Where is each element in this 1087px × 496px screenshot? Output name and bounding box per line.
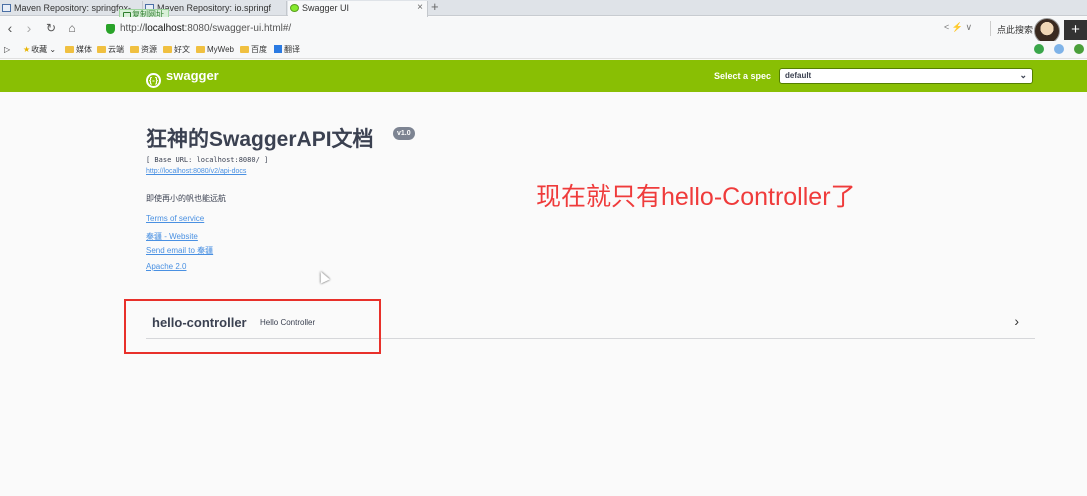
translate-icon [274,45,282,53]
logo-text: swagger [166,68,219,83]
tab-swagger-ui[interactable]: Swagger UI × [288,1,428,17]
spec-value: default [785,71,812,80]
api-docs-link[interactable]: http://localhost:8080/v2/api-docs [146,168,246,175]
folder-icon [163,46,172,53]
annotation-text: 现在就只有hello-Controller了 [536,183,856,211]
bookmark-favorites[interactable]: ★收藏 ⌄ [23,45,56,55]
bookmarks-bar: ▷ ★收藏 ⌄ 媒体 云端 资源 好文 MyWeb 百度 翻译 [0,41,1087,59]
license-link[interactable]: Apache 2.0 [146,262,186,271]
chevron-right-icon[interactable]: › [1014,313,1019,329]
contact-website-link[interactable]: 秦疆 - Website [146,231,198,242]
api-description: 即使再小的帆也能远航 [146,194,226,203]
folder-icon [130,46,139,53]
extension-blue-icon[interactable] [1054,44,1064,54]
spec-select[interactable]: default ⌄ [779,68,1033,84]
star-icon: ★ [23,45,31,54]
new-tab-button[interactable]: + [431,0,439,14]
search-input[interactable]: 点此搜索 [997,23,1033,36]
back-icon[interactable]: ‹ [3,20,17,36]
forward-icon[interactable]: › [22,20,36,36]
folder-icon [97,46,106,53]
divider [990,21,991,36]
swagger-logo-icon: {-} [146,73,161,88]
address-bar: ‹ › ↻ ⌂ http://localhost:8080/swagger-ui… [0,17,1087,41]
bookmark-baidu[interactable]: 百度 [240,45,267,55]
folder-icon [196,46,205,53]
folder-icon [65,46,74,53]
version-badge: v1.0 [393,127,415,140]
security-shield-icon [106,24,115,34]
tab-label: Maven Repository: springfox- [14,3,132,13]
contact-email-link[interactable]: Send email to 秦疆 [146,245,213,256]
home-icon[interactable]: ⌂ [65,20,79,36]
extension-leaf-icon[interactable] [1074,44,1084,54]
terms-of-service-link[interactable]: Terms of service [146,214,204,223]
share-icon[interactable]: < ⚡ ∨ [944,22,972,33]
extension-green-icon[interactable] [1034,44,1044,54]
folder-icon [240,46,249,53]
close-icon[interactable]: × [417,1,423,15]
reload-icon[interactable]: ↻ [44,20,58,36]
bookmark-translate[interactable]: 翻译 [274,45,300,55]
bookmark-folder-resources[interactable]: 资源 [130,45,157,55]
tab-label: Swagger UI [302,3,350,13]
highlight-box [124,299,381,354]
page-title: 狂神的SwaggerAPI文档 [146,128,374,151]
add-button[interactable]: + [1064,20,1087,40]
bookmark-folder-cloud[interactable]: 云端 [97,45,124,55]
chevron-down-icon: ⌄ [1019,70,1027,80]
swagger-logo[interactable]: {-} swagger [146,68,219,88]
bookmarks-toggle-icon[interactable]: ▷ [4,45,10,55]
bookmark-folder-myweb[interactable]: MyWeb [196,45,234,55]
base-url: [ Base URL: localhost:8080/ ] [146,156,269,164]
bookmark-folder-articles[interactable]: 好文 [163,45,190,55]
tab-label: Maven Repository: io.springf [157,3,272,13]
bookmark-folder-media[interactable]: 媒体 [65,45,92,55]
swagger-icon [290,4,299,12]
page-icon [2,4,11,12]
spec-label: Select a spec [714,71,772,81]
mouse-cursor-icon [316,269,330,284]
extension-icons [1034,44,1087,56]
url-input[interactable]: http://localhost:8080/swagger-ui.html#/ [120,22,291,36]
